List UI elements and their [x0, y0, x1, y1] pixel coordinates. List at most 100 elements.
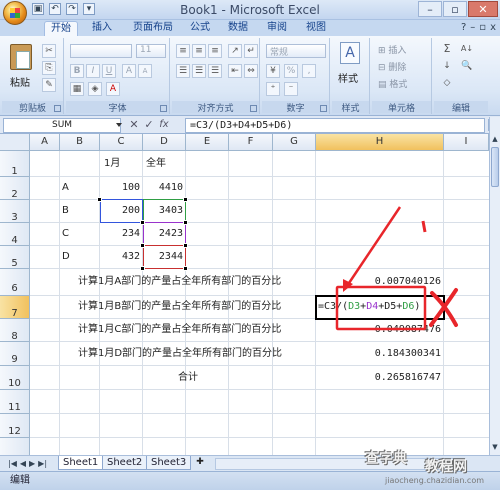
ref-handle[interactable] [140, 243, 145, 248]
row-header-2[interactable]: 2 [0, 177, 30, 200]
minimize-button[interactable]: – [418, 1, 442, 17]
insert-sheet-icon[interactable]: ✚ [193, 457, 207, 469]
first-sheet-icon[interactable]: |◀ [8, 459, 17, 468]
paste-label[interactable]: 粘贴 [10, 74, 30, 89]
column-header-i[interactable]: I [444, 134, 489, 151]
align-right-icon[interactable]: ☰ [208, 64, 222, 78]
font-launcher-icon[interactable] [160, 105, 167, 112]
percent-button[interactable]: % [284, 64, 298, 78]
cell-c4[interactable]: 234 [100, 223, 140, 245]
cell-h8[interactable]: 0.049087476 [316, 319, 441, 341]
font-size-select[interactable]: 11 [136, 44, 166, 58]
cell-b8[interactable]: 计算1月C部门的产量占全年所有部门的百分比 [78, 319, 281, 341]
clipboard-launcher-icon[interactable] [54, 105, 61, 112]
sheet-tab-sheet2[interactable]: Sheet2 [102, 456, 148, 470]
cell-h6[interactable]: 0.007040126 [316, 271, 441, 293]
name-box-dropdown-icon[interactable] [116, 123, 122, 127]
copy-icon[interactable]: ⎘ [42, 61, 56, 75]
decrease-decimal-icon[interactable]: ⁻ [284, 82, 298, 96]
row-header-1[interactable]: 1 [0, 151, 30, 177]
cell-h7-formula[interactable]: =C3/(D3+D4+D5+D6) [318, 297, 420, 317]
cell-c2[interactable]: 100 [100, 177, 140, 199]
row-header-10[interactable]: 10 [0, 366, 30, 390]
sort-filter-button[interactable]: A↓ [460, 43, 474, 57]
bold-button[interactable]: B [70, 64, 84, 78]
cell-b7[interactable]: 计算1月B部门的产量占全年所有部门的百分比 [78, 296, 281, 318]
column-header-f[interactable]: F [229, 134, 273, 151]
cell-b6[interactable]: 计算1月A部门的产量占全年所有部门的百分比 [78, 271, 281, 293]
ref-handle[interactable] [140, 220, 145, 225]
close-button[interactable]: ✕ [468, 1, 498, 17]
vertical-scrollbar[interactable]: ▲ ▼ [489, 117, 500, 455]
column-header-b[interactable]: B [60, 134, 100, 151]
underline-button[interactable]: U [102, 64, 116, 78]
align-center-icon[interactable]: ☰ [192, 64, 206, 78]
help-icon[interactable]: ? [461, 22, 466, 33]
ref-handle[interactable] [97, 197, 102, 202]
number-format-select[interactable]: 常规 [266, 44, 326, 58]
cell-c1[interactable]: 1月 [104, 151, 120, 177]
select-all-corner[interactable] [0, 134, 30, 151]
scroll-thumb[interactable] [491, 147, 499, 187]
sheet-tab-sheet1[interactable]: Sheet1 [58, 456, 104, 470]
cut-icon[interactable]: ✂ [42, 44, 56, 58]
format-painter-icon[interactable]: ✎ [42, 78, 56, 92]
cancel-icon[interactable]: ✕ [128, 119, 140, 131]
ref-handle[interactable] [140, 266, 145, 271]
shrink-font-button[interactable]: A [138, 64, 152, 78]
tab-review[interactable]: 审阅 [267, 21, 287, 36]
prev-sheet-icon[interactable]: ◀ [20, 459, 26, 468]
worksheet-grid[interactable]: A B C D E F G H I 1 2 3 4 5 6 7 8 9 10 1… [0, 134, 489, 455]
cell-d10[interactable]: 合计 [178, 367, 198, 389]
cell-b4[interactable]: C [62, 223, 69, 245]
increase-decimal-icon[interactable]: ⁺ [266, 82, 280, 96]
autosum-button[interactable]: Σ [440, 43, 454, 57]
fill-button[interactable]: ↓ [440, 60, 454, 74]
grow-font-button[interactable]: A [122, 64, 136, 78]
next-sheet-icon[interactable]: ▶ [29, 459, 35, 468]
formula-input[interactable]: =C3/(D3+D4+D5+D6) [185, 118, 485, 133]
borders-icon[interactable]: ▦ [70, 82, 84, 96]
active-cell-h7[interactable]: =C3/(D3+D4+D5+D6) [315, 295, 445, 320]
row-header-9[interactable]: 9 [0, 342, 30, 366]
ref-handle[interactable] [183, 266, 188, 271]
row-header-7[interactable]: 7 [0, 296, 30, 319]
styles-button-label[interactable]: 样式 [338, 70, 358, 85]
column-header-g[interactable]: G [273, 134, 316, 151]
tab-page-layout[interactable]: 页面布局 [133, 21, 173, 36]
row-header-6[interactable]: 6 [0, 269, 30, 296]
align-top-icon[interactable]: ≡ [176, 44, 190, 58]
ref-handle[interactable] [183, 243, 188, 248]
align-bottom-icon[interactable]: ≡ [208, 44, 222, 58]
insert-cells-button[interactable]: ⊞ 插入 [378, 43, 406, 56]
name-box[interactable]: SUM [3, 118, 121, 133]
column-header-c[interactable]: C [100, 134, 143, 151]
office-button[interactable] [3, 1, 27, 25]
cell-d2[interactable]: 4410 [143, 177, 183, 199]
tab-insert[interactable]: 插入 [92, 21, 112, 36]
tab-formulas[interactable]: 公式 [190, 21, 210, 36]
cell-h9[interactable]: 0.184300341 [316, 343, 441, 365]
tab-data[interactable]: 数据 [228, 21, 248, 36]
row-header-12[interactable]: 12 [0, 414, 30, 438]
insert-function-icon[interactable]: fx [158, 119, 170, 131]
row-header-11[interactable]: 11 [0, 390, 30, 414]
orientation-icon[interactable]: ↗ [228, 44, 242, 58]
tab-home[interactable]: 开始 [44, 21, 78, 36]
align-left-icon[interactable]: ☰ [176, 64, 190, 78]
workbook-minimize-button[interactable]: – [470, 22, 475, 33]
italic-button[interactable]: I [86, 64, 100, 78]
clear-button[interactable]: ◇ [440, 77, 454, 91]
comma-button[interactable]: , [302, 64, 316, 78]
font-name-select[interactable] [70, 44, 132, 58]
cell-c5[interactable]: 432 [100, 246, 140, 268]
wrap-text-icon[interactable]: ↵ [244, 44, 258, 58]
row-header-4[interactable]: 4 [0, 223, 30, 246]
workbook-restore-button[interactable]: ▫ [479, 22, 486, 33]
number-launcher-icon[interactable] [320, 105, 327, 112]
decrease-indent-icon[interactable]: ⇤ [228, 64, 242, 78]
row-header-13[interactable] [0, 438, 30, 455]
paste-icon[interactable] [10, 44, 32, 70]
styles-icon[interactable]: A [340, 42, 360, 64]
cell-b5[interactable]: D [62, 246, 70, 268]
